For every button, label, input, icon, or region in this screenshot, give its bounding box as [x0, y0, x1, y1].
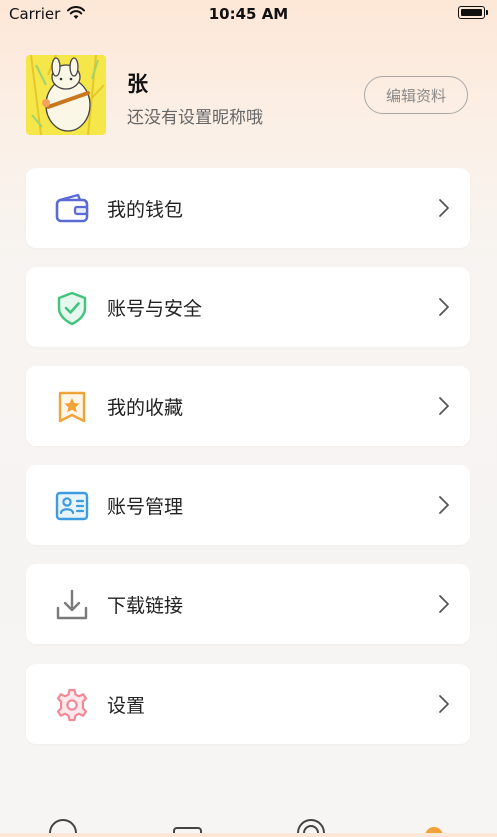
tab-home-icon[interactable] [49, 819, 77, 834]
menu-item-label: 设置 [107, 695, 146, 717]
chevron-right-icon [439, 397, 449, 415]
download-icon [56, 589, 88, 620]
avatar[interactable] [26, 55, 106, 135]
tab-profile-icon[interactable] [425, 827, 443, 837]
menu-item-label: 下载链接 [107, 595, 184, 617]
shield-check-icon [57, 291, 87, 326]
menu-item-label: 账号管理 [107, 496, 184, 518]
chevron-right-icon [439, 595, 449, 613]
gear-icon [56, 688, 88, 722]
menu-item-label: 我的钱包 [107, 199, 184, 221]
chevron-right-icon [439, 199, 449, 217]
battery-icon [458, 6, 488, 19]
nickname-hint: 还没有设置昵称哦 [127, 108, 263, 128]
id-card-icon [55, 491, 89, 521]
status-time: 10:45 AM [208, 5, 289, 23]
avatar-illustration [26, 55, 106, 135]
chevron-right-icon [439, 496, 449, 514]
user-name: 张 [127, 72, 148, 96]
menu-item-label: 账号与安全 [107, 298, 203, 320]
status-bar: Carrier 10:45 AM [0, 0, 497, 28]
menu-item-download-link[interactable]: 下载链接 [26, 564, 470, 644]
menu-item-settings[interactable]: 设置 [26, 664, 470, 744]
menu-item-favorites[interactable]: 我的收藏 [26, 366, 470, 446]
chevron-right-icon [439, 695, 449, 713]
favorite-star-icon [58, 391, 86, 423]
menu-item-account-security[interactable]: 账号与安全 [26, 267, 470, 347]
wallet-icon [55, 193, 89, 223]
tab-bar [0, 818, 497, 837]
menu-item-label: 我的收藏 [107, 397, 184, 419]
edit-profile-button[interactable]: 编辑资料 [364, 76, 468, 114]
tab-messages-icon[interactable] [173, 827, 202, 833]
chevron-right-icon [439, 298, 449, 316]
menu-item-account-management[interactable]: 账号管理 [26, 465, 470, 545]
tab-discover-icon[interactable] [297, 819, 325, 834]
menu-item-wallet[interactable]: 我的钱包 [26, 168, 470, 248]
